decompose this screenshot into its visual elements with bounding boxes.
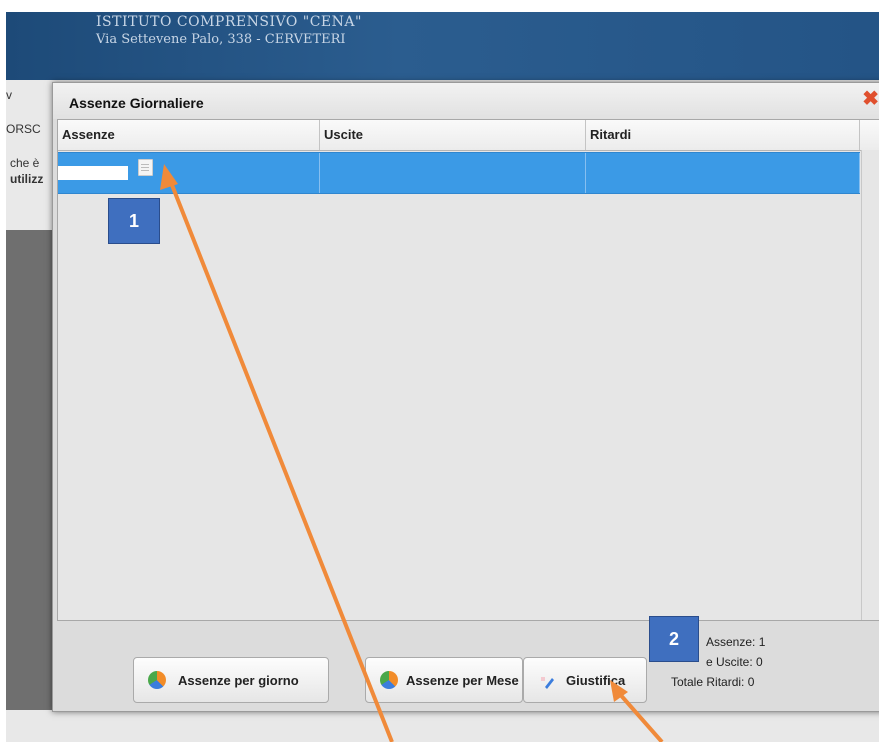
button-label: Assenze per giorno (178, 673, 299, 688)
assenze-per-mese-button[interactable]: Assenze per Mese (365, 657, 523, 703)
background-text-fragment: che è (10, 156, 40, 170)
pie-chart-icon (148, 671, 166, 689)
dialog-title: Assenze Giornaliere (69, 95, 204, 111)
background-text-fragment: utilizz (10, 172, 44, 186)
school-address: Via Settevene Palo, 338 - CERVETERI (96, 32, 346, 47)
giustifica-button[interactable]: Giustifica (523, 657, 647, 703)
assenze-per-giorno-button[interactable]: Assenze per giorno (133, 657, 329, 703)
document-icon[interactable] (138, 159, 153, 176)
button-label: Assenze per Mese (406, 673, 519, 688)
background-text-fragment: ORSC (6, 122, 41, 136)
cell-ritardi[interactable] (586, 153, 860, 193)
pencil-icon (541, 677, 554, 689)
dialog-footer: Assenze per giorno Assenze per Mese Gius… (57, 623, 879, 707)
table-row-selected[interactable]: 2020 (58, 152, 860, 194)
total-ritardi: Totale Ritardi: 0 (671, 675, 755, 689)
app-window: ISTITUTO COMPRENSIVO "CENA" Via Setteven… (6, 12, 879, 742)
absences-grid: Assenze Uscite Ritardi 2020 (57, 119, 879, 621)
background-footer (6, 710, 879, 742)
cell-assenze[interactable]: 2020 (58, 153, 320, 193)
dialog-titlebar: Assenze Giornaliere ✖ (53, 83, 879, 119)
background-text-fragment: v (6, 88, 12, 102)
callout-badge-1: 1 (108, 198, 160, 244)
column-header-uscite[interactable]: Uscite (320, 120, 586, 150)
button-label: Giustifica (566, 673, 626, 688)
column-header-assenze[interactable]: Assenze (58, 120, 320, 150)
total-uscite: e Uscite: 0 (706, 655, 763, 669)
cell-uscite[interactable] (320, 153, 586, 193)
close-icon[interactable]: ✖ (862, 89, 879, 109)
school-header: ISTITUTO COMPRENSIVO "CENA" Via Setteven… (6, 12, 879, 80)
grid-scrollbar[interactable] (861, 150, 879, 620)
callout-badge-2: 2 (649, 616, 699, 662)
assenze-dialog: Assenze Giornaliere ✖ Assenze Uscite Rit… (52, 82, 879, 712)
total-assenze: Assenze: 1 (706, 635, 766, 649)
pie-chart-icon (380, 671, 398, 689)
absence-date: 2020 (98, 166, 127, 181)
school-name: ISTITUTO COMPRENSIVO "CENA" (96, 14, 362, 30)
grid-header: Assenze Uscite Ritardi (58, 120, 879, 151)
column-header-ritardi[interactable]: Ritardi (586, 120, 860, 150)
